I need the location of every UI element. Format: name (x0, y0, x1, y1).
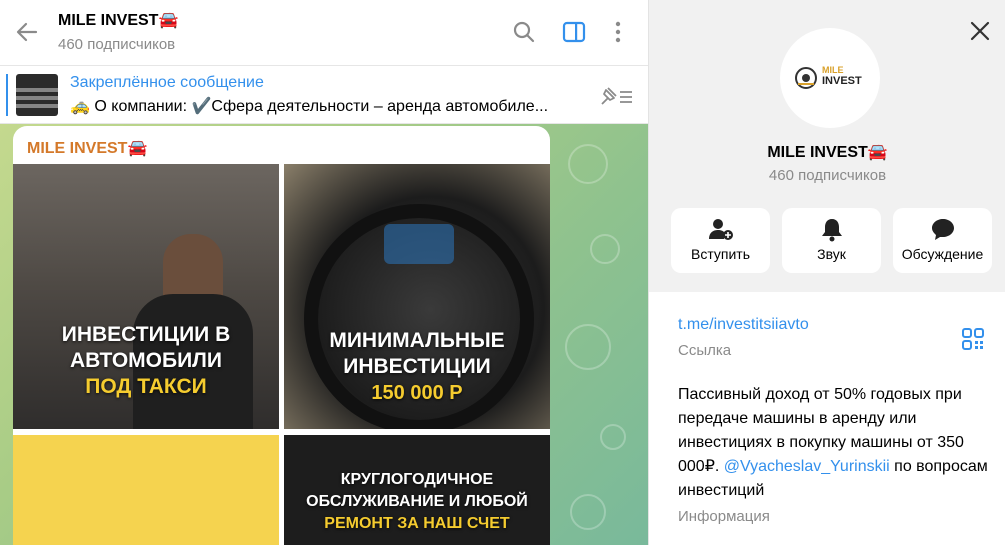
chat-pane: MILE INVEST🚘 460 подписчиков Закреплённо… (0, 0, 648, 545)
join-button[interactable]: Вступить (671, 208, 770, 273)
channel-description: Пассивный доход от 50% годовых при перед… (678, 383, 988, 503)
pinned-text: 🚕 О компании: ✔️Сфера деятельности – аре… (70, 98, 549, 115)
tile-caption-line: ОБСЛУЖИВАНИЕ И ЛЮБОЙ (306, 493, 528, 510)
channel-avatar[interactable]: MILE INVEST (780, 28, 880, 128)
more-options-icon[interactable] (605, 19, 631, 45)
tile-caption-line: МИНИМАЛЬНЫЕ (329, 329, 505, 352)
profile-panel: MILE INVEST MILE INVEST🚘 460 подписчиков… (648, 0, 1005, 545)
message-author[interactable]: MILE INVEST🚘 (27, 138, 147, 158)
channel-link[interactable]: t.me/investitsiiavto (678, 316, 809, 334)
close-icon[interactable] (967, 18, 993, 44)
chat-bubble-icon (932, 219, 954, 240)
media-tile-investments-taxi[interactable]: ИНВЕСТИЦИИ В АВТОМОБИЛИ ПОД ТАКСИ (13, 164, 279, 429)
tile-caption-highlight: 150 000 Р (371, 382, 463, 404)
add-user-icon (709, 219, 733, 240)
mention-link[interactable]: @Vyacheslav_Yurinskii (724, 458, 890, 475)
logo-text-top: MILE (822, 65, 844, 75)
pinned-list-icon[interactable] (598, 84, 634, 108)
channel-name: MILE INVEST🚘 (767, 144, 888, 161)
tile-caption-line: АВТОМОБИЛИ (69, 349, 222, 372)
media-tile-yellow[interactable] (13, 435, 279, 545)
sidebar-toggle-icon[interactable] (561, 19, 587, 45)
tile-caption-line: ИНВЕСТИЦИИ В (61, 323, 231, 346)
join-button-label: Вступить (690, 246, 750, 262)
sound-button-label: Звук (817, 246, 846, 262)
message-bubble: MILE INVEST🚘 ИНВЕСТИЦИИ В АВТОМОБИЛИ ПОД… (13, 126, 550, 545)
pinned-indicator (6, 74, 8, 116)
back-arrow-icon[interactable] (14, 19, 40, 45)
profile-header: MILE INVEST MILE INVEST🚘 460 подписчиков… (649, 0, 1005, 292)
pinned-thumbnail (16, 74, 58, 116)
chat-subscriber-count: 460 подписчиков (58, 36, 176, 53)
media-tile-min-investment[interactable]: МИНИМАЛЬНЫЕ ИНВЕСТИЦИИ 150 000 Р (284, 164, 550, 429)
bell-icon (822, 219, 842, 242)
channel-link-label: Ссылка (678, 342, 732, 359)
tile-caption-line: ИНВЕСТИЦИИ (343, 355, 491, 378)
chat-title[interactable]: MILE INVEST🚘 (58, 10, 178, 30)
discussion-button[interactable]: Обсуждение (893, 208, 992, 273)
profile-info: t.me/investitsiiavto Ссылка Пассивный до… (649, 292, 1005, 545)
search-icon[interactable] (511, 19, 537, 45)
qr-code-icon[interactable] (962, 328, 984, 350)
pinned-message-bar[interactable]: Закреплённое сообщение 🚕 О компании: ✔️С… (0, 66, 648, 124)
sound-button[interactable]: Звук (782, 208, 881, 273)
tile-caption-line: КРУГЛОГОДИЧНОЕ (340, 471, 494, 488)
pinned-title: Закреплённое сообщение (70, 74, 264, 91)
chat-header: MILE INVEST🚘 460 подписчиков (0, 0, 648, 66)
tile-caption-highlight: РЕМОНТ ЗА НАШ СЧЕТ (324, 515, 510, 532)
tile-caption-highlight: ПОД ТАКСИ (85, 375, 207, 398)
logo-text-bottom: INVEST (822, 75, 862, 87)
description-label: Информация (678, 508, 770, 525)
media-tile-service[interactable]: КРУГЛОГОДИЧНОЕ ОБСЛУЖИВАНИЕ И ЛЮБОЙ РЕМО… (284, 435, 550, 545)
discussion-button-label: Обсуждение (901, 246, 984, 262)
channel-subscriber-count: 460 подписчиков (768, 167, 887, 184)
